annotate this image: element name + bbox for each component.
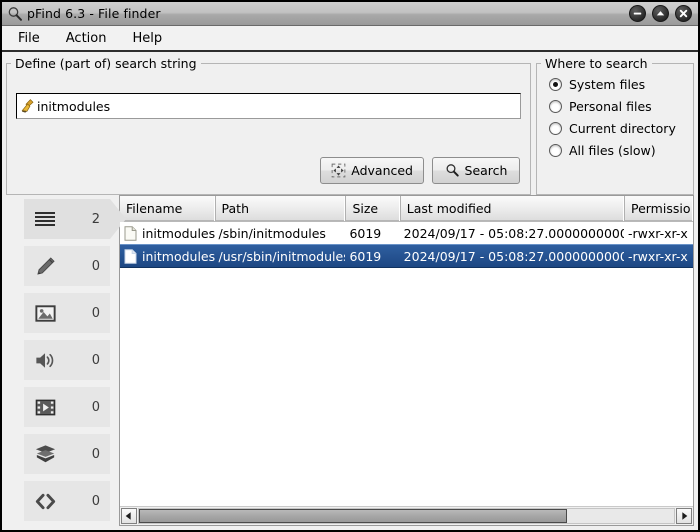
radio-label: Current directory <box>569 121 676 136</box>
search-actions: Advanced Search <box>320 157 520 184</box>
archive-box-icon <box>32 441 58 467</box>
cell-size: 6019 <box>349 248 382 264</box>
cell-size: 6019 <box>349 225 382 241</box>
advanced-button[interactable]: Advanced <box>320 157 424 184</box>
cell-filename: initmodules <box>120 249 215 264</box>
table-row[interactable]: initmodules /sbin/initmodules 6019 2024/… <box>120 222 693 244</box>
close-button[interactable]: close <box>675 5 692 22</box>
column-header-last-modified[interactable]: Last modified <box>399 196 624 221</box>
cell-filename-text: initmodules <box>142 225 215 241</box>
top-region: Define (part of) search string initmodul… <box>2 52 698 195</box>
category-count: 0 <box>91 352 100 368</box>
column-header-filename[interactable]: Filename <box>120 196 215 221</box>
radio-indicator <box>549 100 562 113</box>
results-table: Filename Path Size Last modified Permiss… <box>119 195 694 526</box>
column-header-size[interactable]: Size <box>345 196 400 221</box>
category-archives[interactable]: 0 <box>24 434 110 474</box>
radio-label: All files (slow) <box>569 143 656 158</box>
cell-last-modified: 2024/09/17 - 05:08:27.0000000000 <box>403 225 625 241</box>
scroll-left-arrow-icon[interactable] <box>121 508 137 524</box>
cell-path: /sbin/initmodules <box>218 225 326 241</box>
menu-action[interactable]: Action <box>64 30 109 47</box>
category-count: 0 <box>91 305 100 321</box>
where-group-legend: Where to search <box>545 56 648 71</box>
advanced-button-label: Advanced <box>351 163 413 178</box>
category-count: 0 <box>91 399 100 415</box>
column-header-path[interactable]: Path <box>214 196 346 221</box>
minimize-button[interactable]: minimize <box>629 5 646 22</box>
search-button-label: Search <box>464 163 508 178</box>
cell-filename-text: initmodules <box>142 248 215 264</box>
radio-indicator <box>549 122 562 135</box>
search-string-group: Define (part of) search string initmodul… <box>6 56 531 195</box>
category-documents[interactable]: 0 <box>24 246 110 286</box>
radio-personal-files[interactable]: Personal files <box>549 99 693 114</box>
file-icon <box>124 248 137 264</box>
cell-last-modified: 2024/09/17 - 05:08:27.0000000000 <box>403 248 625 264</box>
menu-bar: File Action Help <box>2 26 698 52</box>
scroll-right-arrow-icon[interactable] <box>676 508 692 524</box>
broom-icon <box>20 98 36 114</box>
maximize-button[interactable]: maximize <box>652 5 669 22</box>
category-count: 0 <box>91 493 100 509</box>
cell-permissions: -rwxr-xr-x <box>628 225 688 241</box>
radio-indicator <box>549 144 562 157</box>
radio-label: System files <box>569 77 646 92</box>
category-images[interactable]: 0 <box>24 293 110 333</box>
table-row[interactable]: initmodules /usr/sbin/initmodules 6019 2… <box>120 244 693 268</box>
search-input[interactable]: initmodules <box>16 93 521 119</box>
scrollbar-thumb[interactable] <box>139 509 567 523</box>
code-brackets-icon <box>32 488 58 514</box>
category-count: 0 <box>91 446 100 462</box>
file-icon <box>124 225 137 241</box>
table-header-row: Filename Path Size Last modified Permiss… <box>120 196 693 222</box>
window-title: pFind 6.3 - File finder <box>27 6 161 21</box>
radio-system-files[interactable]: System files <box>549 77 693 92</box>
cell-permissions: -rwxr-xr-x <box>628 248 688 264</box>
expand-icon <box>331 163 346 178</box>
image-icon <box>32 300 58 326</box>
cell-filename: initmodules <box>120 226 215 241</box>
list-lines-icon <box>32 206 58 232</box>
radio-all-files[interactable]: All files (slow) <box>549 143 693 158</box>
magnifier-icon <box>445 163 460 178</box>
category-code[interactable]: 0 <box>24 481 110 521</box>
category-sidebar: 2 0 0 0 0 0 0 <box>6 195 126 526</box>
horizontal-scrollbar[interactable] <box>120 506 693 525</box>
where-to-search-group: Where to search System files Personal fi… <box>536 56 694 195</box>
title-bar: pFind 6.3 - File finder minimize maximiz… <box>2 2 698 26</box>
film-icon <box>32 394 58 420</box>
category-count: 2 <box>91 211 100 227</box>
search-group-legend: Define (part of) search string <box>15 56 197 71</box>
category-all-files[interactable]: 2 <box>24 199 126 239</box>
where-radio-group: System files Personal files Current dire… <box>537 71 693 158</box>
radio-indicator <box>549 78 562 91</box>
menu-file[interactable]: File <box>16 30 42 47</box>
radio-current-directory[interactable]: Current directory <box>549 121 693 136</box>
search-button[interactable]: Search <box>432 157 520 184</box>
lower-region: 2 0 0 0 0 0 0 Filename Path Size Last mo… <box>2 195 698 530</box>
scrollbar-track[interactable] <box>138 508 675 524</box>
speaker-icon <box>32 347 58 373</box>
search-input-value: initmodules <box>37 98 111 114</box>
radio-label: Personal files <box>569 99 652 114</box>
menu-help[interactable]: Help <box>130 30 164 47</box>
category-video[interactable]: 0 <box>24 387 110 427</box>
category-audio[interactable]: 0 <box>24 340 110 380</box>
column-header-permissions[interactable]: Permissio <box>623 196 693 221</box>
pencil-icon <box>32 253 58 279</box>
window-controls: minimize maximize close <box>629 5 692 22</box>
table-body: initmodules /sbin/initmodules 6019 2024/… <box>120 222 693 506</box>
category-count: 0 <box>91 258 100 274</box>
magnifier-icon <box>7 6 23 22</box>
application-window: pFind 6.3 - File finder minimize maximiz… <box>0 0 700 532</box>
cell-path: /usr/sbin/initmodules <box>218 248 346 264</box>
